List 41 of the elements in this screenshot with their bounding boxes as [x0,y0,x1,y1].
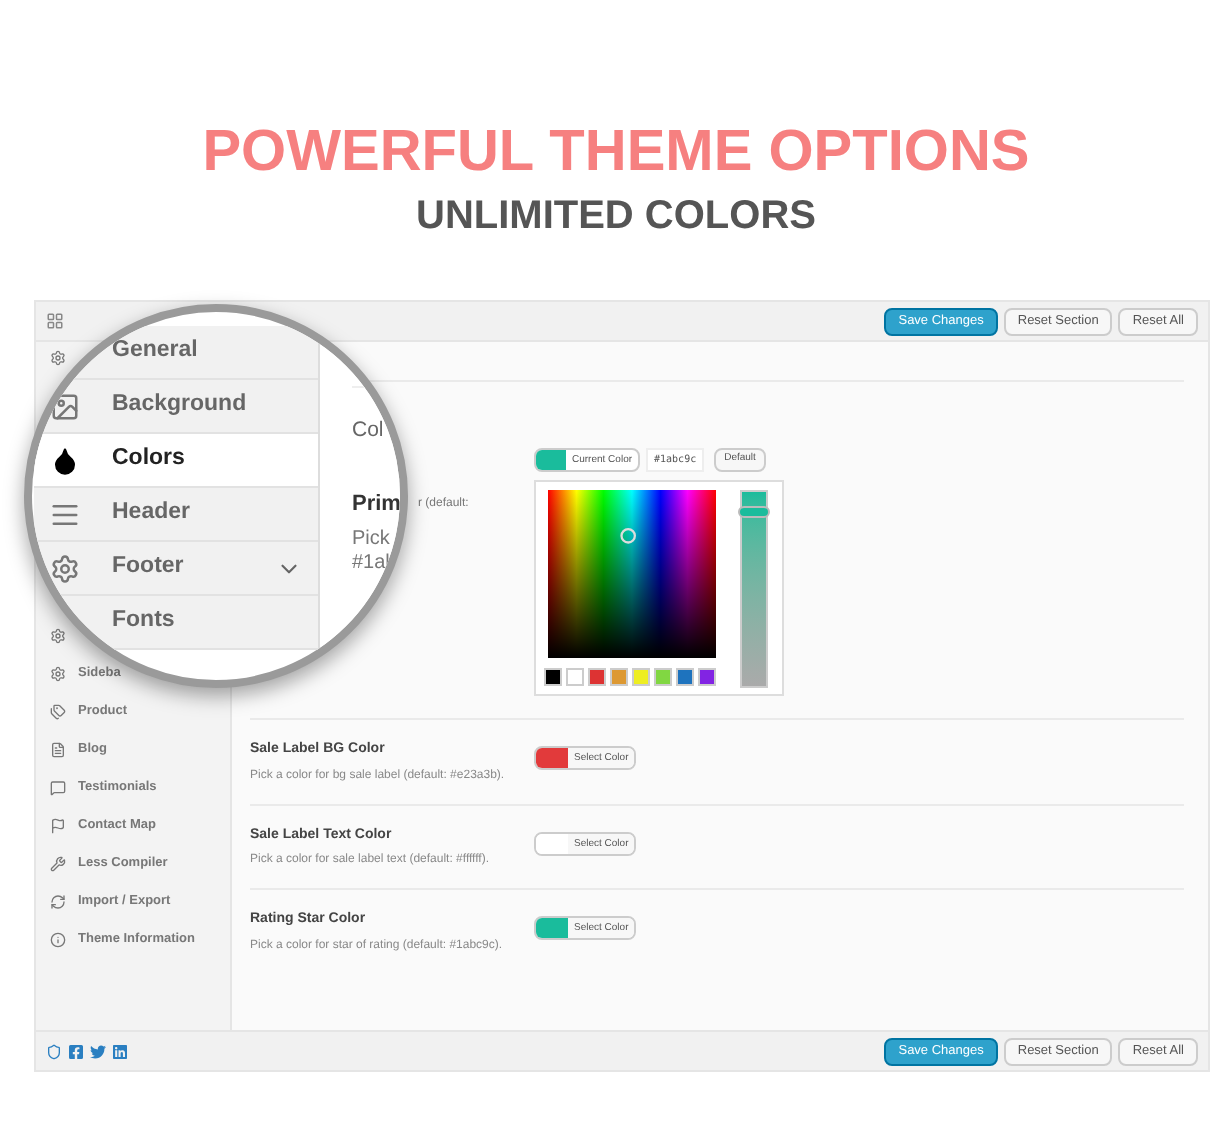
slider-handle[interactable] [738,506,770,519]
document-icon [50,741,66,757]
gear-icon[interactable] [50,349,66,365]
info-icon [50,931,66,947]
alpha-slider[interactable] [740,490,768,688]
facebook-icon[interactable] [68,1043,84,1059]
headline: POWERFUL THEME OPTIONS [202,120,1030,184]
palette-swatch[interactable] [698,668,716,686]
gear-icon [50,553,80,583]
sidebar-item[interactable]: Footer [34,542,318,596]
droplet-icon [50,445,80,475]
lines-icon [50,499,80,529]
image-icon [50,391,80,421]
sidebar-item[interactable]: General [34,326,318,380]
refresh-icon [50,893,66,909]
palette-swatch[interactable] [588,668,606,686]
subheadline: UNLIMITED COLORS [416,192,816,240]
palette-swatch[interactable] [676,668,694,686]
sidebar-item[interactable]: Fonts [34,596,318,650]
palette-swatch[interactable] [632,668,650,686]
option-description: #1al [352,552,390,577]
palette-swatch[interactable] [566,668,584,686]
sidebar-item[interactable]: Colors [34,434,318,488]
option-title: Prim [352,489,400,520]
wrench-icon [50,855,66,871]
linkedin-icon[interactable] [112,1043,128,1059]
flag-icon [50,817,66,833]
gear-icon[interactable] [50,627,66,643]
speech-bubble-icon [50,779,66,795]
tags-icon [50,703,66,719]
palette-swatch[interactable] [654,668,672,686]
option-description: Pick [352,528,390,553]
grid-icon[interactable] [46,312,64,330]
color-gradient-field[interactable] [544,490,720,658]
shield-icon[interactable] [46,1043,62,1059]
section-title: Col [352,416,384,446]
palette-swatch[interactable] [544,668,562,686]
palette-swatch[interactable] [610,668,628,686]
gear-icon [50,665,66,681]
twitter-icon[interactable] [90,1043,106,1059]
sidebar-item[interactable]: Header [34,488,318,542]
